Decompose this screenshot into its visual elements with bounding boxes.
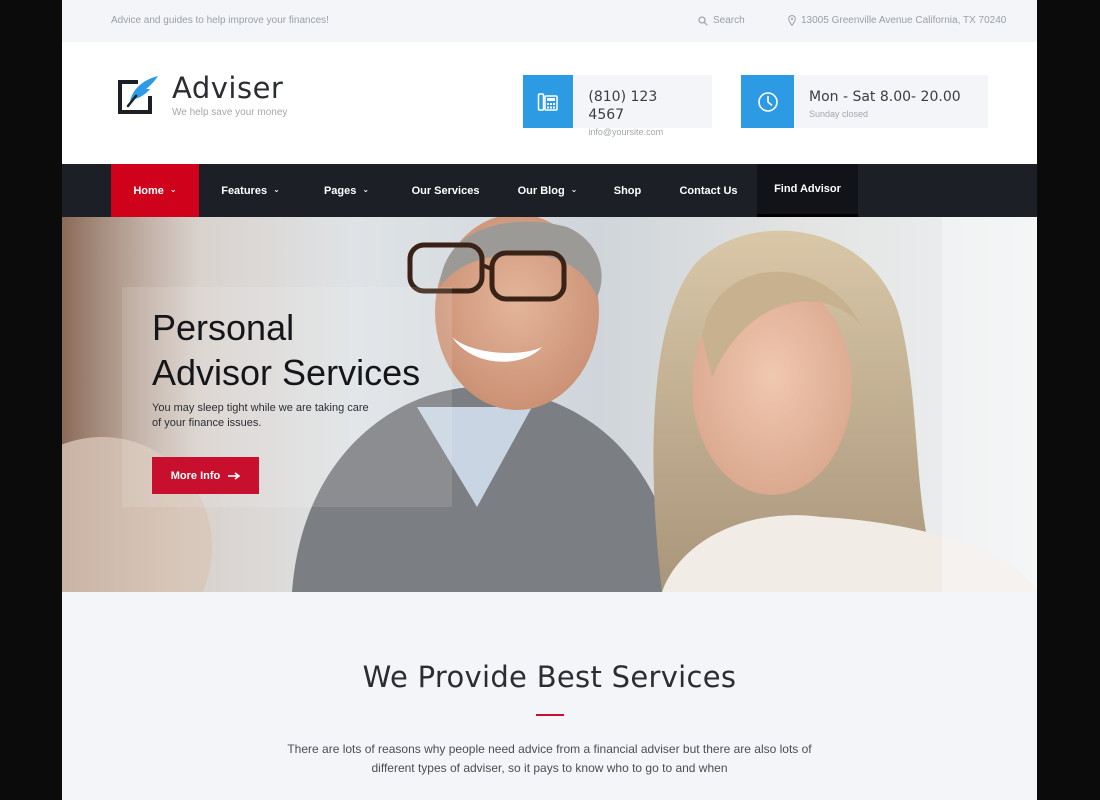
nav-item-label: Features (221, 184, 268, 197)
top-bar: Advice and guides to help improve your f… (62, 0, 1037, 42)
top-tagline: Advice and guides to help improve your f… (111, 15, 329, 26)
logo-quill-icon (118, 76, 158, 114)
nav-item-label: Our Services (411, 184, 480, 197)
search-button[interactable]: Search (698, 15, 745, 26)
nav-item-label: Shop (613, 184, 642, 197)
nav-item-label: Pages (323, 184, 357, 197)
hero-title-line1: Personal (152, 307, 295, 348)
opening-hours: Mon - Sat 8.00- 20.00 (809, 89, 961, 105)
chevron-down-icon: ⌄ (362, 185, 370, 194)
logo-name: Adviser (172, 71, 284, 105)
hero-title: Personal Advisor Services (152, 305, 420, 395)
nav-item-our-blog[interactable]: Our Blog ⌄ (500, 164, 595, 217)
search-label: Search (713, 15, 745, 26)
clock-icon (757, 91, 778, 112)
search-icon (698, 15, 708, 26)
phone-box: (810) 123 4567 info@yoursite.com (523, 75, 712, 137)
services-description: There are lots of reasons why people nee… (287, 742, 812, 775)
main-nav: Home ⌄ Features ⌄ Pages ⌄ Our Services O… (62, 164, 1037, 217)
nav-item-contact-us[interactable]: Contact Us (660, 164, 757, 217)
nav-item-label: Home (133, 184, 164, 197)
services-heading: We Provide Best Services (362, 660, 737, 694)
hero-title-line2: Advisor Services (152, 352, 421, 393)
phone-number[interactable]: (810) 123 4567 (588, 88, 692, 124)
logo-slogan: We help save your money (172, 107, 288, 118)
nav-item-home[interactable]: Home ⌄ (111, 164, 199, 217)
site-logo[interactable]: Adviser We help save your money (116, 72, 287, 118)
more-info-button[interactable]: More Info (152, 457, 259, 494)
hero-subtitle: You may sleep tight while we are taking … (152, 402, 369, 429)
arrow-right-icon (228, 471, 241, 480)
chevron-down-icon: ⌄ (169, 185, 177, 194)
header: Adviser We help save your money (810) 12… (62, 42, 1037, 164)
chevron-down-icon: ⌄ (273, 185, 280, 194)
nav-item-label: Find Advisor (774, 183, 841, 195)
services-section: We Provide Best Services There are lots … (62, 592, 1037, 800)
phone-icon (537, 92, 558, 111)
address-text: 13005 Greenville Avenue California, TX 7… (801, 15, 1007, 26)
nav-item-find-advisor[interactable]: Find Advisor (757, 164, 858, 217)
nav-item-our-services[interactable]: Our Services (391, 164, 500, 217)
nav-item-label: Our Blog (517, 184, 565, 197)
page: Advice and guides to help improve your f… (62, 0, 1037, 800)
heading-divider (535, 714, 564, 716)
chevron-down-icon: ⌄ (570, 185, 578, 194)
nav-item-label: Contact Us (679, 184, 738, 197)
closed-day: Sunday closed (809, 109, 869, 119)
nav-item-features[interactable]: Features ⌄ (199, 164, 302, 217)
map-pin-icon (788, 15, 796, 26)
email-address[interactable]: info@yoursite.com (588, 127, 692, 137)
top-address: 13005 Greenville Avenue California, TX 7… (788, 15, 1006, 26)
hero-slider: Personal Advisor Services You may sleep … (62, 217, 1037, 592)
more-info-label: More Info (170, 469, 221, 482)
hours-box: Mon - Sat 8.00- 20.00 Sunday closed (741, 75, 988, 128)
nav-item-pages[interactable]: Pages ⌄ (302, 164, 391, 217)
nav-item-shop[interactable]: Shop (595, 164, 660, 217)
